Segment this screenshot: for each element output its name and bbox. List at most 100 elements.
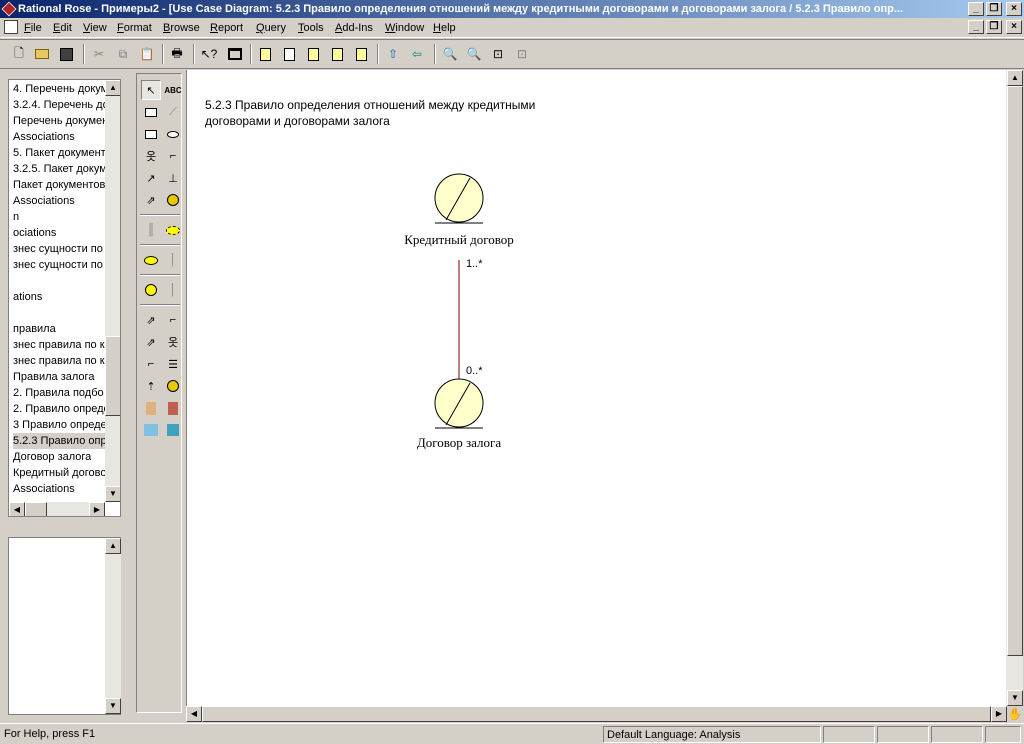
tree-item[interactable]: 3 Правило опреде [13, 417, 107, 433]
scroll-thumb[interactable] [105, 336, 120, 416]
tree-item[interactable]: 3.2.4. Перечень до [13, 97, 109, 113]
tree-item[interactable]: 3.2.5. Пакет докум [13, 161, 107, 177]
tree-item[interactable]: Пакет документов [13, 177, 105, 193]
menu-help[interactable]: Help [433, 21, 456, 36]
menu-report[interactable]: Report [210, 21, 243, 36]
realize-tool-icon[interactable]: ⇗ [141, 332, 161, 352]
tree-item[interactable]: Кредитный догово [13, 465, 106, 481]
tree-item[interactable]: Associations [13, 129, 75, 145]
open-folder-icon[interactable] [33, 45, 51, 63]
close-button[interactable]: × [1006, 2, 1022, 16]
generalization-tool-icon[interactable]: ⇗ [141, 190, 161, 210]
tree-item[interactable]: ociations [13, 225, 56, 241]
browser-vertical-scrollbar[interactable]: ▲ ▼ [105, 80, 120, 502]
business-actor-tool-icon[interactable] [163, 190, 183, 210]
cut-icon[interactable]: ✂ [90, 45, 108, 63]
doc-scroll-up-button[interactable]: ▲ [105, 538, 121, 554]
menu-format[interactable]: Format [117, 21, 152, 36]
tree-item[interactable]: правила [13, 321, 56, 337]
browse-interaction-diagram-icon[interactable] [280, 45, 298, 63]
include-tool-icon[interactable]: ⇡ [141, 376, 161, 396]
tree-item[interactable]: Associations [13, 193, 75, 209]
tree-item[interactable]: знес правила по кр [13, 353, 109, 369]
pan-hand-icon[interactable]: ✋ [1007, 706, 1023, 722]
multiplicity-bottom[interactable]: 0..* [466, 365, 483, 377]
scroll-down-button[interactable]: ▼ [105, 486, 120, 502]
undo-fit-icon[interactable]: ⊡ [513, 45, 531, 63]
book-tool-icon[interactable] [163, 398, 183, 418]
menu-window[interactable]: Window [385, 21, 424, 36]
association-tool-icon[interactable]: ↗ [141, 168, 161, 188]
canvas-scroll-left-button[interactable]: ◀ [186, 706, 202, 722]
tree-item[interactable]: Associations [13, 481, 75, 497]
node-tool-icon[interactable] [163, 420, 183, 440]
minimize-button[interactable]: _ [968, 2, 984, 16]
view-window-icon[interactable] [226, 45, 244, 63]
canvas-scroll-up-button[interactable]: ▲ [1007, 70, 1023, 86]
hscroll-thumb[interactable] [25, 502, 47, 516]
browser-horizontal-scrollbar[interactable]: ◀ ▶ [9, 502, 105, 516]
save-icon[interactable] [57, 45, 75, 63]
dependency-tool-icon[interactable]: ⊥ [163, 168, 183, 188]
unidirectional-association-tool-icon[interactable]: ⌐ [163, 146, 183, 166]
network-tool-icon[interactable] [141, 420, 161, 440]
tree-item[interactable]: знес сущности по н [13, 241, 109, 257]
menu-file[interactable]: File [24, 21, 42, 36]
new-file-icon[interactable]: 🗋 [10, 45, 28, 63]
menu-browse[interactable]: Browse [163, 21, 200, 36]
list-tool-icon[interactable]: ☰ [163, 354, 183, 374]
package-tool-icon[interactable] [141, 124, 161, 144]
browse-class-diagram-icon[interactable] [256, 45, 274, 63]
doc-scroll-down-button[interactable]: ▼ [105, 698, 121, 714]
tree-item[interactable]: знес сущности по н [13, 257, 109, 273]
canvas-scroll-right-button[interactable]: ▶ [991, 706, 1007, 722]
case-worker-tool-icon[interactable] [163, 376, 183, 396]
tree-item[interactable]: 2. Правило опреде [13, 401, 109, 417]
worker-figure-tool-icon[interactable] [141, 398, 161, 418]
tree-item[interactable]: Перечень докумен [13, 113, 108, 129]
doc-minimize-button[interactable]: _ [968, 20, 984, 34]
restore-button[interactable]: ❐ [986, 2, 1002, 16]
doc-restore-button[interactable]: ❐ [986, 20, 1002, 34]
fit-in-window-icon[interactable]: ⊡ [489, 45, 507, 63]
anchor-note-tool-icon[interactable]: ⟋ [163, 102, 183, 122]
entity-tool-icon[interactable] [141, 280, 161, 300]
entity-label-top[interactable]: Кредитный договор [377, 232, 541, 248]
worker-tool-icon[interactable]: 옷 [163, 332, 183, 352]
document-icon[interactable] [4, 20, 18, 34]
tree-item[interactable]: 5.2.3 Правило опр [13, 433, 107, 449]
tree-item[interactable]: Договор залога [13, 449, 91, 465]
link-tool-icon[interactable]: ⌐ [141, 354, 161, 374]
realization-tool-icon[interactable]: ⇗ [141, 310, 161, 330]
browse-parent-icon[interactable]: ⇧ [384, 45, 402, 63]
diagram-canvas[interactable]: 5.2.3 Правило определения отношений межд… [186, 70, 1007, 706]
copy-icon[interactable]: ⧉ [114, 45, 132, 63]
menu-query[interactable]: Query [256, 21, 286, 36]
tree-item[interactable]: 4. Перечень докум [13, 81, 108, 97]
tree-item[interactable]: n [13, 209, 19, 225]
documentation-pane[interactable]: ▲ ▼ [8, 537, 121, 715]
menu-tools[interactable]: Tools [298, 21, 324, 36]
tree-item[interactable]: Правила залога [13, 369, 94, 385]
zoom-out-icon[interactable]: 🔍 [465, 45, 483, 63]
menu-edit[interactable]: Edit [53, 21, 72, 36]
entity-label-bottom[interactable]: Договор залога [377, 435, 541, 451]
tree-item[interactable]: знес правила по кр [13, 337, 109, 353]
business-use-case-tool-icon[interactable] [163, 220, 183, 240]
browse-component-diagram-icon[interactable] [304, 45, 322, 63]
use-case-tool-icon[interactable] [163, 124, 183, 144]
canvas-vscroll[interactable]: ▲ ▼ [1007, 70, 1023, 706]
menu-add-ins[interactable]: Add-Ins [335, 21, 373, 36]
canvas-vscroll-thumb[interactable] [1007, 86, 1023, 656]
text-box-tool-icon[interactable]: ABC [163, 80, 183, 100]
context-help-icon[interactable]: ↖? [200, 45, 218, 63]
canvas-scroll-down-button[interactable]: ▼ [1007, 690, 1023, 706]
note-tool-icon[interactable] [141, 102, 161, 122]
divider-tool-icon[interactable]: │ [163, 250, 183, 270]
selection-tool-icon[interactable]: ↖ [141, 80, 161, 100]
multiplicity-top[interactable]: 1..* [466, 258, 483, 270]
menu-view[interactable]: View [83, 21, 107, 36]
tree-item[interactable]: ations [13, 289, 42, 305]
print-icon[interactable]: 🖶 [168, 45, 186, 63]
canvas-hscroll-thumb[interactable] [202, 706, 991, 722]
